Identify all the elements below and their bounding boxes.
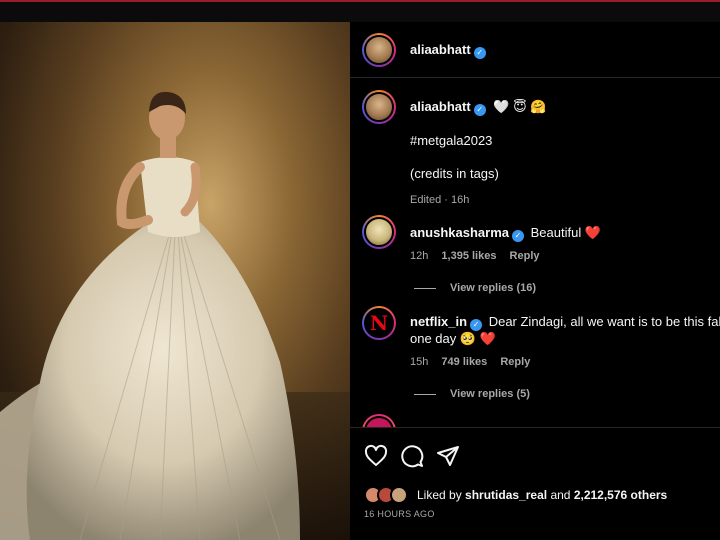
comment-emojis: 🥺 ❤️ (459, 331, 496, 346)
post-timestamp[interactable]: 16 HOURS AGO (364, 509, 435, 519)
liker-avatar (390, 486, 408, 504)
comment-age: 15h (410, 356, 429, 368)
commenter-username[interactable]: anushkasharma (410, 225, 509, 240)
comment-likes[interactable]: 749 likes (441, 356, 487, 368)
view-replies-button[interactable]: View replies (16) (414, 282, 536, 294)
post-header: aliaabhatt ✓ (350, 22, 720, 78)
reply-button[interactable]: Reply (510, 250, 540, 262)
verified-badge-icon: ✓ (473, 104, 486, 116)
reply-button[interactable]: Reply (500, 356, 530, 368)
gown-illustration (0, 91, 350, 540)
replies-dash (414, 393, 436, 395)
view-replies-button[interactable]: View replies (5) (414, 388, 530, 400)
caption-meta: Edited · 16h (410, 194, 470, 206)
comment-text: Beautiful (530, 225, 582, 240)
comment-text-line2: one day (410, 331, 457, 346)
commenter-avatar[interactable]: N (362, 306, 396, 340)
post-side-panel: aliaabhatt ✓ aliaabhatt ✓ 🤍 😇 🤗 #metgala20… (350, 22, 720, 540)
liker-username[interactable]: shrutidas_real (465, 488, 547, 502)
speech-bubble-icon[interactable] (400, 444, 424, 468)
comment-text-line1: Dear Zindagi, all we want is to be this … (488, 314, 720, 329)
author-username[interactable]: aliaabhatt ✓ (410, 42, 486, 59)
caption-credits: (credits in tags) (410, 166, 499, 181)
caption-hashtag[interactable]: #metgala2023 (410, 132, 492, 149)
comment-age: 12h (410, 250, 429, 262)
comment-meta: 15h 749 likes Reply (410, 356, 540, 368)
heart-emoji: ❤️ (584, 225, 602, 240)
comment-meta: 12h 1,395 likes Reply (410, 250, 550, 262)
caption-author-avatar[interactable] (362, 90, 396, 124)
verified-badge-icon: ✓ (473, 47, 486, 59)
post-photo[interactable] (0, 22, 350, 540)
likes-summary[interactable]: Liked by shrutidas_real and 2,212,576 ot… (417, 488, 667, 502)
post-actions: Liked by shrutidas_real and 2,212,576 ot… (350, 427, 720, 540)
top-accent-line (0, 0, 720, 2)
caption-emojis: 🤍 😇 🤗 (493, 99, 547, 114)
verified-badge-icon: ✓ (512, 230, 524, 242)
commenter-username[interactable]: netflix_in (410, 314, 467, 329)
heart-outline-icon[interactable] (364, 444, 388, 468)
paper-plane-icon[interactable] (436, 444, 460, 468)
comment-likes[interactable]: 1,395 likes (441, 250, 496, 262)
caption-author-username[interactable]: aliaabhatt (410, 99, 471, 114)
likes-count[interactable]: 2,212,576 others (574, 488, 667, 502)
commenter-avatar[interactable] (362, 414, 396, 427)
browser-top-strip (0, 0, 720, 22)
author-avatar[interactable] (362, 33, 396, 67)
comments-list[interactable]: aliaabhatt ✓ 🤍 😇 🤗 #metgala2023 (credits … (350, 79, 720, 427)
replies-dash (414, 287, 436, 289)
commenter-avatar[interactable] (362, 215, 396, 249)
